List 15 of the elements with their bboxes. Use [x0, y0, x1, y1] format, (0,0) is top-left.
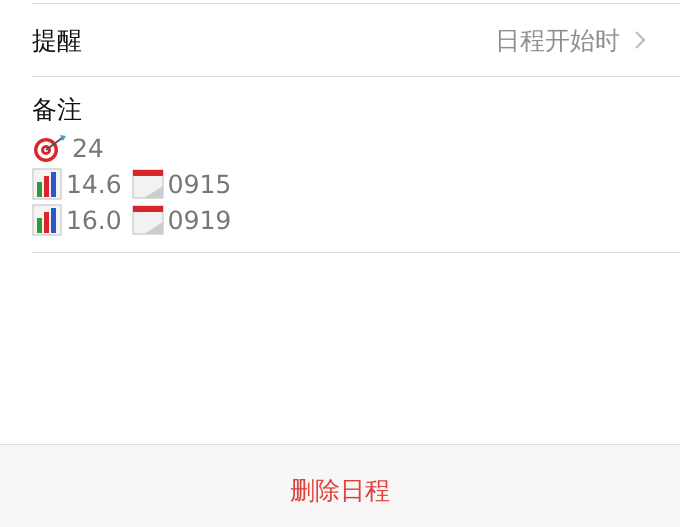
calendar-icon [132, 168, 164, 200]
target-icon [32, 133, 68, 163]
bar-chart-icon [32, 204, 62, 236]
reminder-value: 日程开始时 [495, 24, 620, 56]
note-text: 0919 [168, 206, 232, 234]
chevron-icon [634, 30, 646, 50]
bar-chart-icon [32, 168, 62, 200]
note-text: 24 [72, 134, 104, 162]
notes-label: 备注 [32, 94, 83, 126]
note-text: 14.6 [66, 170, 122, 198]
delete-button[interactable]: 删除日程 [280, 470, 400, 510]
calendar-icon [132, 204, 164, 236]
note-text: 0915 [168, 170, 232, 198]
note-text: 16.0 [66, 206, 122, 234]
reminder-label: 提醒 [32, 24, 82, 56]
